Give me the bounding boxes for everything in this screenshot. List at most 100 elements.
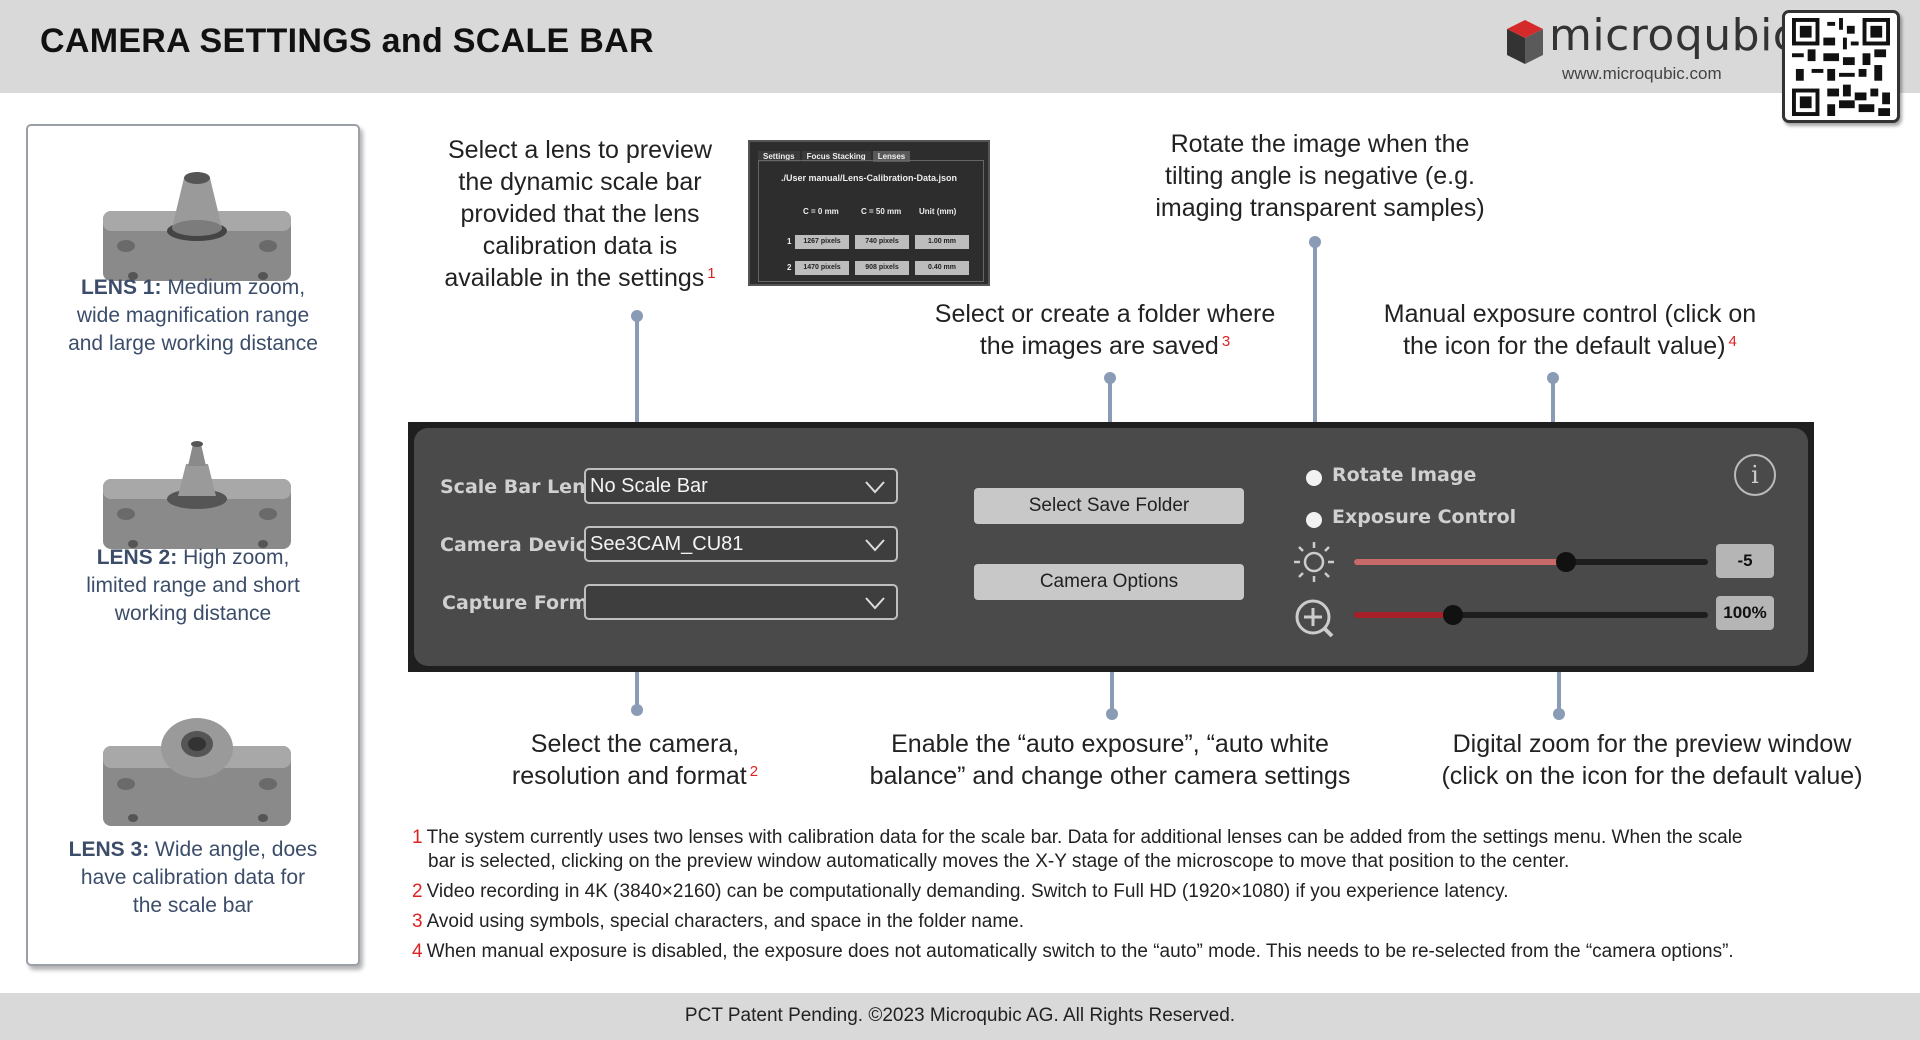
- brand-name: microqubic: [1549, 10, 1798, 61]
- thumbnail-header-c50: C = 50 mm: [861, 207, 902, 216]
- connector-dot: [631, 310, 643, 322]
- lens-3-desc-l2: have calibration data for: [80, 866, 306, 889]
- lens-3-desc-l3: the scale bar: [132, 894, 254, 917]
- annotation-auto: Enable the “auto exposure”, “auto white …: [830, 728, 1390, 792]
- annotation-exposure: Manual exposure control (click on the ic…: [1350, 298, 1790, 362]
- select-save-folder-button[interactable]: Select Save Folder: [974, 488, 1244, 524]
- footnote-4: 4 When manual exposure is disabled, the e…: [412, 940, 1892, 964]
- thumbnail-row-1-unit: 1.00 mm: [915, 235, 969, 249]
- thumbnail-header-unit: Unit (mm): [919, 207, 957, 216]
- exposure-value[interactable]: -5: [1716, 544, 1774, 578]
- annotation-exposure-l2: the icon for the default value): [1403, 332, 1726, 360]
- cube-logo-icon: [1507, 20, 1543, 64]
- thumbnail-row-1-index: 1: [787, 237, 792, 246]
- annotation-lens-preview-l3: provided that the lens: [460, 200, 700, 228]
- thumbnail-row-2-unit: 0.40 mm: [915, 261, 969, 275]
- connector-dot: [1106, 708, 1118, 720]
- capture-format-dropdown[interactable]: [584, 584, 898, 620]
- footnote-4-number: 4: [412, 941, 423, 962]
- thumbnail-tabs: Settings Focus Stacking Lenses: [758, 146, 912, 162]
- lens-2-image: [103, 441, 291, 549]
- brand-url[interactable]: www.microqubic.com: [1562, 64, 1722, 84]
- annotation-lens-preview-l2: the dynamic scale bar: [458, 168, 702, 196]
- lens-2-desc-l3: working distance: [114, 602, 272, 625]
- lens-1-description: LENS 1: Medium zoom, wide magnification …: [28, 274, 358, 358]
- annotation-camera: Select the camera, resolution and format…: [440, 728, 830, 792]
- lens-2-desc-l2: limited range and short: [86, 574, 300, 597]
- annotation-folder-l2: the images are saved: [979, 332, 1219, 360]
- camera-settings-panel-inner: Scale Bar Lens No Scale Bar Camera Devic…: [414, 428, 1808, 666]
- footer-bar: PCT Patent Pending. ©2023 Microqubic AG.…: [0, 993, 1920, 1040]
- annotation-auto-l1: Enable the “auto exposure”, “auto white: [891, 730, 1329, 758]
- lens-2-desc-l1: High zoom,: [183, 546, 290, 569]
- connector-rotate: [1313, 242, 1317, 448]
- footnote-1-line-1: The system currently uses two lenses wit…: [426, 827, 1743, 848]
- footnote-ref-4: 4: [1728, 333, 1737, 350]
- camera-options-button[interactable]: Camera Options: [974, 564, 1244, 600]
- lens-1-image: [103, 172, 291, 281]
- footnote-1-line-2: bar is selected, clicking on the preview…: [428, 851, 1570, 872]
- chevron-down-icon: [865, 481, 885, 494]
- info-icon[interactable]: i: [1734, 454, 1776, 496]
- qr-code-icon: [1782, 10, 1900, 123]
- brand-logo: microqubic www.microqubic.com: [1505, 10, 1797, 84]
- annotation-lens-preview: Select a lens to preview the dynamic sca…: [410, 134, 750, 294]
- lens-3-desc-l1: Wide angle, does: [155, 838, 318, 861]
- zoom-value[interactable]: 100%: [1716, 596, 1774, 630]
- page-title: CAMERA SETTINGS and SCALE BAR: [40, 22, 654, 60]
- annotation-rotate-l1: Rotate the image when the: [1170, 130, 1470, 158]
- camera-devices-dropdown[interactable]: See3CAM_CU81: [584, 526, 898, 562]
- header-bar: CAMERA SETTINGS and SCALE BAR microqubic…: [0, 0, 1920, 93]
- lens-1-desc-l3: and large working distance: [68, 332, 318, 355]
- zoom-slider[interactable]: [1354, 605, 1708, 625]
- connector-dot: [1309, 236, 1321, 248]
- zoom-slider-fill: [1354, 612, 1454, 618]
- annotation-lens-preview-l4: calibration data is: [482, 232, 678, 260]
- zoom-slider-thumb[interactable]: [1443, 605, 1464, 625]
- scale-bar-lens-dropdown[interactable]: No Scale Bar: [584, 468, 898, 504]
- chevron-down-icon: [865, 597, 885, 610]
- exposure-slider[interactable]: [1354, 552, 1708, 572]
- rotate-image-label[interactable]: Rotate Image: [1332, 464, 1476, 486]
- footnote-ref-1: 1: [707, 265, 716, 282]
- connector-dot: [1104, 372, 1116, 384]
- lens-3-description: LENS 3: Wide angle, does have calibratio…: [28, 836, 358, 920]
- zoom-plus-icon[interactable]: [1292, 596, 1336, 640]
- connector-dot: [1547, 372, 1559, 384]
- lens-3-name: LENS 3:: [68, 838, 150, 861]
- thumbnail-row-1-c50: 740 pixels: [855, 235, 909, 249]
- lens-1-name: LENS 1:: [80, 276, 162, 299]
- annotation-auto-l2: balance” and change other camera setting…: [869, 762, 1351, 790]
- lens-2-name: LENS 2:: [96, 546, 178, 569]
- annotation-rotate-l3: imaging transparent samples): [1155, 194, 1485, 222]
- thumbnail-row-1-c0: 1267 pixels: [795, 235, 849, 249]
- lens-2-description: LENS 2: High zoom, limited range and sho…: [28, 544, 358, 628]
- scale-bar-lens-value: No Scale Bar: [590, 475, 708, 497]
- footnote-1-number: 1: [412, 827, 423, 848]
- annotation-zoom: Digital zoom for the preview window (cli…: [1400, 728, 1904, 792]
- annotation-lens-preview-l1: Select a lens to preview: [447, 136, 713, 164]
- rotate-image-radio[interactable]: [1306, 470, 1322, 486]
- lens-overview-panel: LENS 1: Medium zoom, wide magnification …: [26, 124, 360, 966]
- exposure-control-label[interactable]: Exposure Control: [1332, 506, 1516, 528]
- annotation-lens-preview-l5: available in the settings: [444, 264, 705, 292]
- annotation-camera-l2: resolution and format: [511, 762, 747, 790]
- lens-settings-thumbnail: Settings Focus Stacking Lenses ./User manu…: [748, 140, 990, 286]
- sun-icon[interactable]: [1292, 540, 1336, 584]
- annotation-zoom-l1: Digital zoom for the preview window: [1452, 730, 1852, 758]
- annotation-exposure-l1: Manual exposure control (click on: [1383, 300, 1757, 328]
- connector-dot: [1553, 708, 1565, 720]
- footnote-3: 3 Avoid using symbols, special characters…: [412, 910, 1892, 934]
- footnote-2: 2 Video recording in 4K (3840×2160) can b…: [412, 880, 1892, 904]
- copyright-text: PCT Patent Pending. ©2023 Microqubic AG.…: [684, 1005, 1236, 1026]
- annotation-folder: Select or create a folder where the imag…: [900, 298, 1310, 362]
- chevron-down-icon: [865, 539, 885, 552]
- footnote-4-line-1: When manual exposure is disabled, the ex…: [426, 941, 1734, 962]
- thumbnail-row-2-c50: 908 pixels: [855, 261, 909, 275]
- exposure-control-radio[interactable]: [1306, 512, 1322, 528]
- annotation-rotate-l2: tilting angle is negative (e.g.: [1165, 162, 1475, 190]
- exposure-slider-thumb[interactable]: [1556, 552, 1577, 572]
- camera-settings-panel: Scale Bar Lens No Scale Bar Camera Devic…: [408, 422, 1814, 672]
- lens-1-desc-l2: wide magnification range: [76, 304, 310, 327]
- camera-devices-value: See3CAM_CU81: [590, 533, 744, 555]
